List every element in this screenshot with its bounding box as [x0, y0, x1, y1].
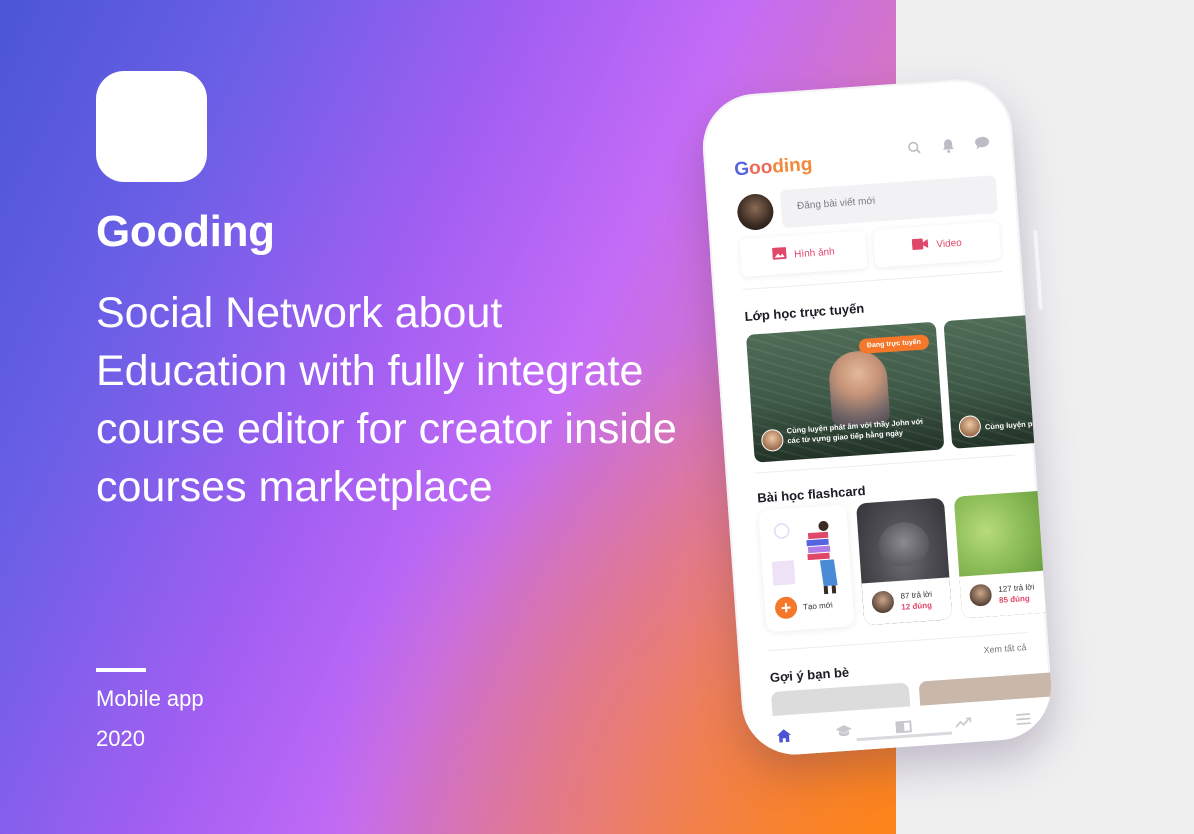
image-label: Hình ảnh: [793, 246, 836, 260]
app-logo: Gooding: [733, 153, 814, 181]
compose-post-input[interactable]: Đăng bài viết mới: [779, 175, 999, 229]
flashcard-title: Bài học flashcard: [756, 483, 866, 506]
create-label: Tạo mới: [802, 600, 834, 612]
compose-placeholder: Đăng bài viết mới: [796, 195, 876, 213]
flashcard-card[interactable]: 87 trả lời 12 đúng: [855, 497, 953, 626]
course-card[interactable]: Đang trực tuyến Cùng luyện phát âm với t…: [745, 321, 945, 463]
tagline: Social Network about Education with full…: [96, 289, 677, 511]
correct-count: 12 đúng: [901, 600, 933, 612]
home-icon[interactable]: [773, 725, 794, 746]
trending-icon[interactable]: [953, 712, 974, 733]
menu-icon[interactable]: [1013, 708, 1034, 729]
online-classes-title: Lớp học trực tuyến: [744, 300, 865, 324]
instructor-photo: [827, 349, 891, 428]
video-label: Video: [936, 237, 963, 250]
platform-label: Mobile app: [96, 686, 204, 711]
user-avatar[interactable]: [736, 192, 775, 232]
search-icon[interactable]: [905, 138, 924, 157]
chat-icon[interactable]: [973, 133, 992, 152]
image-icon: [771, 246, 787, 265]
header-icons: [905, 133, 992, 157]
year-label: 2020: [96, 726, 145, 751]
app-icon: [96, 71, 207, 182]
bell-icon[interactable]: [939, 136, 958, 155]
see-all-link[interactable]: Xem tất cả: [983, 642, 1027, 655]
cat-photo: [877, 520, 931, 569]
phone-mockup: Gooding Đăng bài viết mới Hình ảnh Video…: [699, 75, 1055, 759]
image-post-button[interactable]: Hình ảnh: [739, 230, 868, 278]
video-icon: [912, 236, 929, 255]
add-icon[interactable]: +: [774, 596, 798, 620]
study-illustration-icon: [771, 520, 838, 595]
divider: [96, 668, 146, 672]
friend-suggestions-title: Gợi ý bạn bè: [769, 664, 850, 686]
flashcard-stats: 87 trả lời 12 đúng: [900, 589, 933, 613]
video-post-button[interactable]: Video: [872, 221, 1002, 268]
app-name: Gooding: [96, 207, 275, 256]
courses-icon[interactable]: [833, 720, 854, 741]
create-flashcard-card[interactable]: + Tạo mới: [758, 504, 855, 633]
flashcard-stats: 127 trả lời 85 đúng: [998, 581, 1035, 605]
